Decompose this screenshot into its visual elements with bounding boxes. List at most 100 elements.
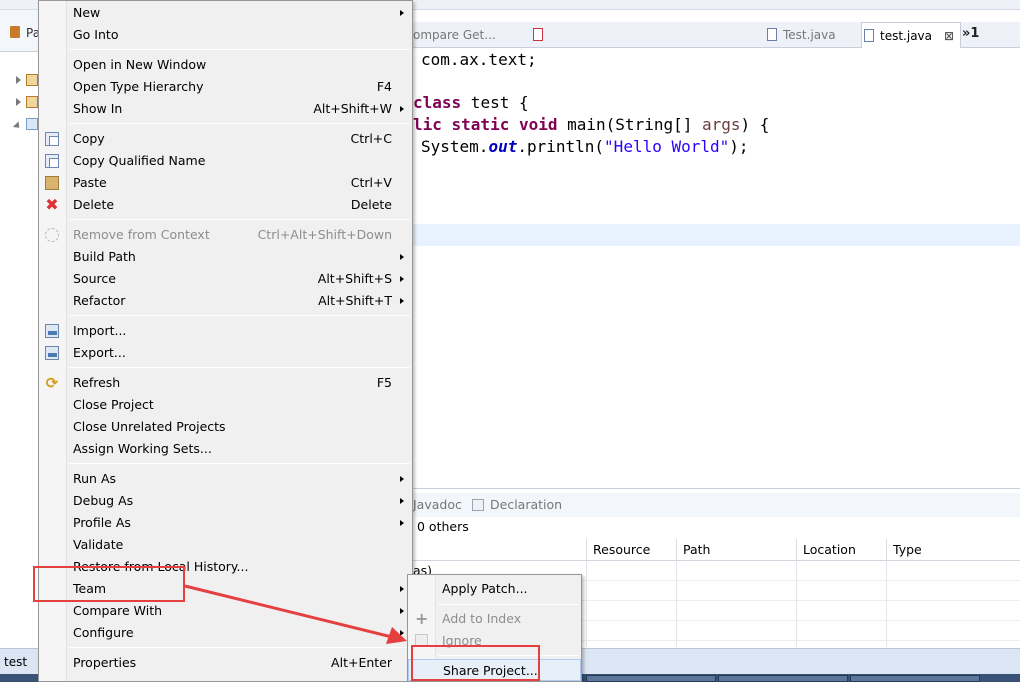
- menu-separator: [438, 604, 579, 605]
- project-icon: [26, 74, 38, 86]
- menu-item-label: Delete: [73, 197, 115, 212]
- close-tab-icon[interactable]: ⊠: [944, 23, 954, 49]
- menu-item-copy[interactable]: Copy Ctrl+C: [39, 128, 412, 150]
- submenu-arrow-icon: [400, 10, 404, 16]
- submenu-item-apply-patch[interactable]: Apply Patch...: [408, 578, 581, 600]
- status-text: test: [4, 655, 28, 669]
- editor-tab-label: test.java: [880, 29, 933, 43]
- menu-item-label: Configure: [73, 625, 134, 640]
- code-line-package: com.ax.text;: [421, 50, 537, 69]
- copy-qualified-icon: [45, 154, 59, 168]
- submenu-item-add-to-index[interactable]: + Add to Index: [408, 608, 581, 630]
- menu-item-label: Properties: [73, 655, 137, 670]
- menu-item-go-into[interactable]: Go Into: [39, 24, 412, 46]
- menu-item-import[interactable]: Import...: [39, 320, 412, 342]
- package-explorer-tab[interactable]: Pa: [0, 10, 40, 52]
- menu-item-close-unrelated-projects[interactable]: Close Unrelated Projects: [39, 416, 412, 438]
- taskbar-item[interactable]: [850, 675, 980, 682]
- column-type[interactable]: Type: [886, 539, 1020, 561]
- more-tabs-indicator[interactable]: »1: [962, 22, 979, 48]
- import-icon: [45, 324, 59, 338]
- menu-item-refactor[interactable]: Refactor Alt+Shift+T: [39, 290, 412, 312]
- tree-collapse-icon[interactable]: [12, 121, 23, 131]
- menu-shortcut: F5: [376, 375, 392, 390]
- submenu-arrow-icon: [400, 498, 404, 504]
- package-explorer-icon: [10, 26, 20, 38]
- code-line-main: lic static void main(String[] args) {: [413, 115, 770, 134]
- menu-item-compare-with[interactable]: Compare With: [39, 600, 412, 622]
- menu-shortcut: Ctrl+V: [350, 175, 392, 190]
- menu-item-open-new-window[interactable]: Open in New Window: [39, 54, 412, 76]
- tab-javadoc[interactable]: Javadoc: [413, 493, 462, 517]
- menu-item-refresh[interactable]: ⟳ Refresh F5: [39, 372, 412, 394]
- tree-expand-icon[interactable]: [16, 76, 21, 84]
- java-file-icon: [864, 29, 874, 42]
- editor-tab-compare[interactable]: ompare Get...: [413, 22, 523, 48]
- editor-tab-test-java-upper[interactable]: Test.java: [765, 22, 855, 48]
- menu-item-label: Paste: [73, 175, 107, 190]
- copy-icon: [45, 132, 59, 146]
- column-resource[interactable]: Resource: [586, 539, 676, 561]
- code-line-println: System.out.println("Hello World");: [421, 137, 749, 156]
- tab-declaration[interactable]: Declaration: [472, 493, 562, 517]
- menu-item-open-type-hierarchy[interactable]: Open Type Hierarchy F4: [39, 76, 412, 98]
- menu-item-remove-from-context[interactable]: Remove from Context Ctrl+Alt+Shift+Down: [39, 224, 412, 246]
- menu-item-label: Profile As: [73, 515, 131, 530]
- delete-icon: ✖: [45, 195, 59, 214]
- menu-item-run-as[interactable]: Run As: [39, 468, 412, 490]
- menu-item-show-in[interactable]: Show In Alt+Shift+W: [39, 98, 412, 120]
- current-line-highlight: [413, 224, 1020, 246]
- java-file-icon: [767, 28, 777, 41]
- menu-item-label: Validate: [73, 537, 124, 552]
- menu-shortcut: Ctrl+C: [350, 131, 392, 146]
- menu-item-close-project[interactable]: Close Project: [39, 394, 412, 416]
- project-icon: [26, 118, 38, 130]
- menu-item-build-path[interactable]: Build Path: [39, 246, 412, 268]
- menu-shortcut: Alt+Enter: [331, 655, 392, 670]
- menu-item-export[interactable]: Export...: [39, 342, 412, 364]
- submenu-arrow-icon: [400, 298, 404, 304]
- menu-item-label: Assign Working Sets...: [73, 441, 212, 456]
- editor-tab-test-java[interactable]: test.java ⊠: [861, 22, 961, 48]
- menu-item-new[interactable]: New: [39, 2, 412, 24]
- java-file-icon: [533, 28, 543, 41]
- menu-item-paste[interactable]: Paste Ctrl+V: [39, 172, 412, 194]
- menu-item-source[interactable]: Source Alt+Shift+S: [39, 268, 412, 290]
- submenu-arrow-icon: [400, 276, 404, 282]
- menu-item-label: New: [73, 5, 101, 20]
- menu-item-delete[interactable]: ✖ Delete Delete: [39, 194, 412, 216]
- menu-item-label: Close Project: [73, 397, 154, 412]
- menu-item-label: Export...: [73, 345, 126, 360]
- code-line-class: class test {: [413, 93, 529, 112]
- menu-item-assign-working-sets[interactable]: Assign Working Sets...: [39, 438, 412, 460]
- menu-shortcut: Ctrl+Alt+Shift+Down: [257, 227, 392, 242]
- menu-item-copy-qualified-name[interactable]: Copy Qualified Name: [39, 150, 412, 172]
- menu-separator: [69, 123, 410, 124]
- paste-icon: [45, 176, 59, 190]
- tree-expand-icon[interactable]: [16, 98, 21, 106]
- table-header: Resource Path Location Type: [413, 539, 1020, 561]
- editor-tab-file[interactable]: [531, 22, 553, 48]
- submenu-item-label: Apply Patch...: [442, 581, 528, 596]
- menu-item-debug-as[interactable]: Debug As: [39, 490, 412, 512]
- menu-item-label: Close Unrelated Projects: [73, 419, 226, 434]
- submenu-arrow-icon: [400, 106, 404, 112]
- menu-item-label: Run As: [73, 471, 117, 486]
- menu-separator: [69, 219, 410, 220]
- package-explorer-panel: [0, 10, 40, 648]
- submenu-arrow-icon: [400, 476, 404, 482]
- column-path[interactable]: Path: [676, 539, 796, 561]
- editor-tab-label: Test.java: [783, 28, 836, 42]
- project-icon: [26, 96, 38, 108]
- menu-item-configure[interactable]: Configure: [39, 622, 412, 644]
- taskbar-item[interactable]: [718, 675, 848, 682]
- code-editor[interactable]: com.ax.text; class test { lic static voi…: [413, 48, 1020, 468]
- team-highlight-box: [33, 566, 185, 602]
- column-location[interactable]: Location: [796, 539, 886, 561]
- taskbar-item[interactable]: [586, 675, 716, 682]
- refresh-icon: ⟳: [45, 374, 59, 392]
- menu-item-profile-as[interactable]: Profile As: [39, 512, 412, 534]
- menu-item-properties[interactable]: Properties Alt+Enter: [39, 652, 412, 674]
- menu-item-validate[interactable]: Validate: [39, 534, 412, 556]
- submenu-arrow-icon: [400, 254, 404, 260]
